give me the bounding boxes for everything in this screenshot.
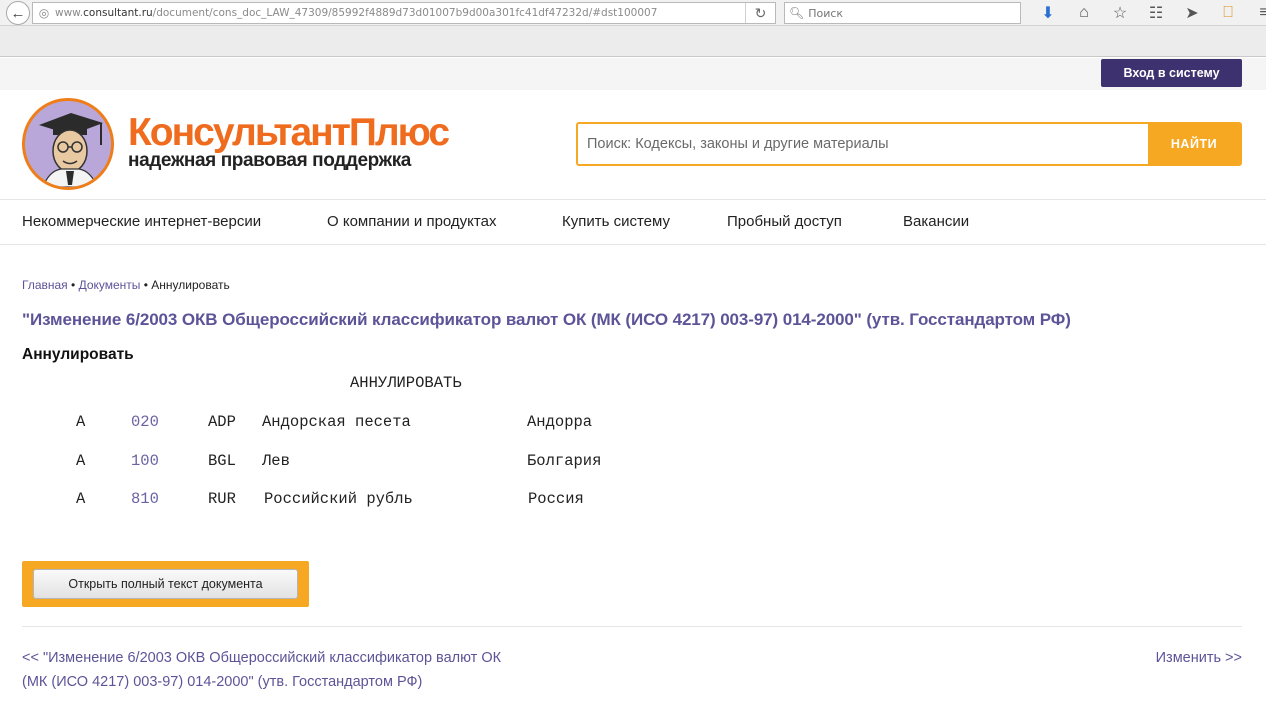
nav-item-trial[interactable]: Пробный доступ xyxy=(727,213,842,230)
row-country: Болгария xyxy=(527,452,602,470)
url-text[interactable]: www.consultant.ru/document/cons_doc_LAW_… xyxy=(55,7,745,19)
url-domain: consultant.ru xyxy=(83,7,153,19)
row-alpha-code: ADP xyxy=(208,413,236,431)
navigation-bar: ← ◎ www.consultant.ru/document/cons_doc_… xyxy=(0,0,1266,26)
site-search-box: НАЙТИ xyxy=(576,122,1242,166)
home-icon[interactable]: ⌂ xyxy=(1066,2,1102,24)
open-full-text-frame: Открыть полный текст документа xyxy=(22,561,309,607)
globe-icon: ◎ xyxy=(38,6,50,20)
breadcrumb-separator: • xyxy=(67,278,79,292)
row-alpha-code: BGL xyxy=(208,452,236,470)
logo-main-text: КонсультантПлюс xyxy=(128,111,450,154)
toolbar-icons: ⬇ ⌂ ☆ ☷ ➤ ⎕ ≡ xyxy=(1030,2,1266,24)
browser-search-input[interactable] xyxy=(808,6,1009,20)
magnifier-icon: 🔍︎ xyxy=(789,6,805,20)
prev-link-line1: << "Изменение 6/2003 ОКВ Общероссийский … xyxy=(22,650,502,666)
previous-document-link[interactable]: << "Изменение 6/2003 ОКВ Общероссийский … xyxy=(22,646,542,694)
browser-search-bar[interactable]: 🔍︎ xyxy=(784,2,1021,24)
download-icon[interactable]: ⬇ xyxy=(1030,2,1066,24)
row-country: Андорра xyxy=(527,413,593,431)
row-mark: А xyxy=(76,452,86,470)
nav-item-buy[interactable]: Купить систему xyxy=(562,213,670,230)
breadcrumb-documents[interactable]: Документы xyxy=(79,278,141,292)
table-heading: АННУЛИРОВАТЬ xyxy=(350,374,462,392)
row-country: Россия xyxy=(528,490,584,508)
top-strip xyxy=(0,58,1266,90)
logo-mascot-icon[interactable] xyxy=(22,98,114,190)
logo-wordmark[interactable]: КонсультантПлюс надежная правовая поддер… xyxy=(128,111,450,171)
back-arrow-icon[interactable]: ← xyxy=(6,1,30,25)
main-nav: Некоммерческие интернет-версии О компани… xyxy=(0,200,1266,245)
nav-item-vacancies[interactable]: Вакансии xyxy=(903,213,969,230)
url-prefix: www. xyxy=(55,7,84,19)
clipboard-icon[interactable]: ☷ xyxy=(1138,2,1174,24)
open-full-text-button[interactable]: Открыть полный текст документа xyxy=(33,569,298,599)
breadcrumb-current: Аннулировать xyxy=(151,278,230,292)
breadcrumb-separator: • xyxy=(140,278,152,292)
divider xyxy=(22,626,1242,627)
row-mark: А xyxy=(76,490,86,508)
prev-link-line2: (МК (ИСО 4217) 003-97) 014-2000" (утв. Г… xyxy=(22,674,423,690)
document-title[interactable]: "Изменение 6/2003 ОКВ Общероссийский кла… xyxy=(22,310,1071,330)
breadcrumb: Главная • Документы • Аннулировать xyxy=(22,278,230,292)
bookmark-star-icon[interactable]: ☆ xyxy=(1102,2,1138,24)
row-currency-name: Лев xyxy=(262,452,290,470)
row-code-link[interactable]: 810 xyxy=(131,490,159,508)
search-submit-button[interactable]: НАЙТИ xyxy=(1148,124,1240,164)
site-header: КонсультантПлюс надежная правовая поддер… xyxy=(0,90,1266,200)
send-icon[interactable]: ➤ xyxy=(1174,2,1210,24)
browser-toolbar: ← ◎ www.consultant.ru/document/cons_doc_… xyxy=(0,0,1266,57)
row-code-link[interactable]: 100 xyxy=(131,452,159,470)
nav-item-about[interactable]: О компании и продуктах xyxy=(327,213,496,230)
monitor-icon[interactable]: ⎕ xyxy=(1210,2,1246,24)
logo-tagline: надежная правовая поддержка xyxy=(128,150,411,171)
login-button[interactable]: Вход в систему xyxy=(1101,59,1242,87)
row-alpha-code: RUR xyxy=(208,490,236,508)
row-code-link[interactable]: 020 xyxy=(131,413,159,431)
address-bar[interactable]: ◎ www.consultant.ru/document/cons_doc_LA… xyxy=(32,2,776,24)
reload-icon[interactable]: ↻ xyxy=(745,3,775,23)
row-currency-name: Андорская песета xyxy=(262,413,411,431)
breadcrumb-home[interactable]: Главная xyxy=(22,278,68,292)
url-path: /document/cons_doc_LAW_47309/85992f4889d… xyxy=(152,7,658,19)
row-currency-name: Российский рубль xyxy=(264,490,413,508)
row-mark: А xyxy=(76,413,86,431)
section-heading: Аннулировать xyxy=(22,346,134,363)
site-search-input[interactable] xyxy=(578,124,1148,164)
next-document-link[interactable]: Изменить >> xyxy=(1156,646,1242,670)
nav-item-noncommercial[interactable]: Некоммерческие интернет-версии xyxy=(22,213,261,230)
menu-icon[interactable]: ≡ xyxy=(1246,2,1266,24)
